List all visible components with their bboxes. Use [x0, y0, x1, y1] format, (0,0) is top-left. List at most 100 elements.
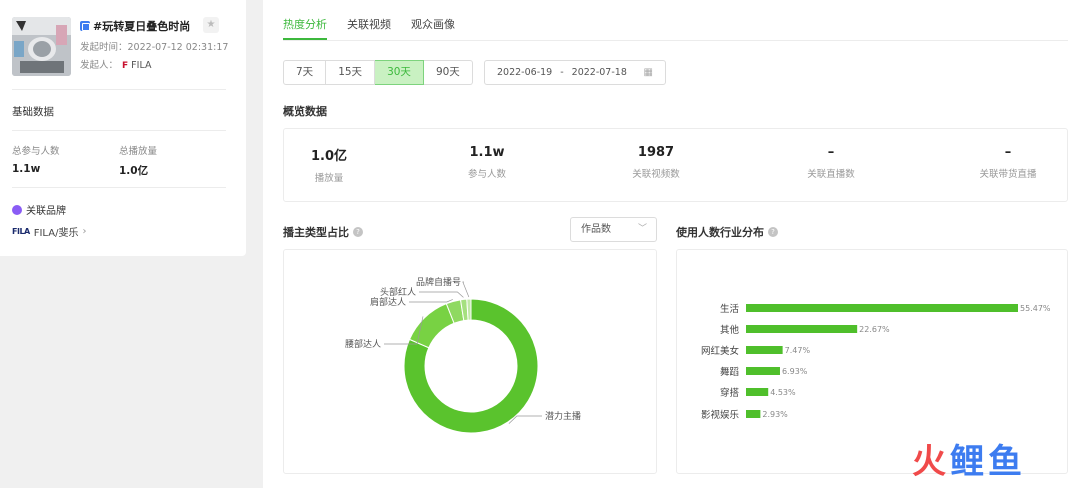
initiator-line: 发起人： F FILA	[80, 57, 151, 71]
overview-value: 1.1w	[469, 145, 505, 160]
date-end: 2022-07-18	[571, 67, 627, 78]
tab-divider	[283, 40, 1068, 41]
streamer-type-title: 播主类型占比 ?	[283, 224, 363, 240]
bar-2[interactable]	[746, 346, 783, 354]
overview-value: –	[1004, 145, 1012, 160]
bar-category-label: 网红美女	[701, 345, 739, 357]
overview-label: 播放量	[314, 173, 344, 184]
bar-category-label: 舞蹈	[720, 367, 739, 378]
overview-label: 参与人数	[467, 169, 506, 180]
range-7d-button[interactable]: 7天	[283, 60, 327, 85]
date-start: 2022-06-19	[497, 67, 553, 78]
overview-title-text: 概览数据	[283, 105, 327, 118]
plays-value: 1.0亿	[119, 165, 149, 177]
watermark-char: 鱼	[988, 442, 1022, 482]
calendar-icon: ▦	[643, 67, 653, 78]
date-separator: -	[560, 67, 564, 78]
tab-bar: 热度分析 关联视频 观众画像	[283, 16, 455, 40]
initiator-name[interactable]: FILA	[131, 60, 151, 71]
bar-value-label: 55.47%	[1020, 304, 1051, 313]
main-panel: 热度分析 关联视频 观众画像 7天 15天 30天 90天 2022-06-19…	[263, 0, 1080, 488]
participants-value: 1.1w	[12, 163, 41, 175]
metric-select[interactable]: 作品数 ﹀	[570, 217, 657, 242]
bar-value-label: 2.93%	[762, 410, 788, 419]
time-range-selector: 7天 15天 30天 90天	[283, 60, 473, 85]
donut-chart-box: 潜力主播 腰部达人 肩部达人 头部红人 品牌自播号	[283, 249, 657, 474]
range-30d-button[interactable]: 30天	[375, 60, 424, 85]
bar-value-label: 4.53%	[770, 388, 796, 397]
tab-audience-profile[interactable]: 观众画像	[411, 16, 455, 40]
date-range-picker[interactable]: 2022-06-19 - 2022-07-18 ▦	[484, 60, 666, 85]
bar-category-label: 生活	[720, 303, 740, 315]
publish-time-line: 发起时间：2022-07-12 02:31:17	[80, 39, 228, 53]
overview-related-videos: 1987 关联视频数	[591, 145, 721, 180]
basic-data-title: 基础数据	[12, 106, 54, 118]
bar-3[interactable]	[746, 367, 780, 375]
overview-sales-lives: – 关联带货直播	[943, 145, 1073, 180]
help-icon[interactable]: ?	[768, 227, 778, 237]
brand-link[interactable]: FILA FILA/斐乐 ›	[12, 224, 86, 239]
bar-5[interactable]	[746, 410, 761, 418]
participants-label: 总参与人数	[12, 146, 60, 157]
bar-0[interactable]	[746, 304, 1018, 312]
range-90d-button[interactable]: 90天	[423, 60, 473, 85]
bar-value-label: 6.93%	[782, 367, 808, 376]
publish-time-label: 发起时间：	[80, 42, 128, 53]
bar-category-label: 影视娱乐	[701, 409, 740, 421]
topic-thumbnail[interactable]	[12, 17, 71, 76]
favorite-star-icon[interactable]: ★	[203, 17, 219, 33]
donut-label-4: 品牌自播号	[416, 276, 461, 288]
bar-4[interactable]	[746, 388, 769, 396]
watermark-logo: 火 鲤 鱼	[912, 444, 1022, 480]
brand-icon	[12, 204, 22, 215]
thumbnail-image	[12, 17, 71, 76]
initiator-label: 发起人：	[80, 60, 119, 71]
overview-label: 关联直播数	[807, 169, 855, 180]
chevron-right-icon: ›	[82, 226, 87, 237]
overview-related-lives: – 关联直播数	[766, 145, 896, 180]
metric-select-value: 作品数	[581, 224, 611, 235]
range-15d-button[interactable]: 15天	[326, 60, 376, 85]
divider	[12, 130, 226, 131]
overview-title: 概览数据	[283, 103, 327, 119]
topic-title-text: #玩转夏日叠色时尚	[93, 20, 191, 33]
plays-label: 总播放量	[119, 146, 158, 157]
bar-category-label: 其他	[720, 324, 740, 336]
watermark-char: 鲤	[950, 442, 984, 482]
divider	[12, 187, 226, 188]
donut-label-3: 头部红人	[380, 286, 416, 298]
topic-info-card: #玩转夏日叠色时尚 ★ 发起时间：2022-07-12 02:31:17 发起人…	[0, 0, 246, 256]
donut-slice-1[interactable]	[408, 303, 455, 349]
industry-title: 使用人数行业分布 ?	[676, 224, 778, 240]
industry-title-text: 使用人数行业分布	[676, 226, 764, 239]
help-icon[interactable]: ?	[353, 227, 363, 237]
bar-chart-box: 生活 55.47% 其他 22.67% 网红美女 7.47% 舞蹈 6.93% 穿搭 4.53% 影…	[676, 249, 1068, 474]
streamer-type-title-text: 播主类型占比	[283, 226, 349, 239]
tab-related-videos[interactable]: 关联视频	[347, 16, 391, 40]
watermark-char: 火	[912, 442, 946, 482]
donut-slice-4[interactable]	[466, 298, 472, 321]
donut-leader-line	[409, 299, 453, 303]
bar-1[interactable]	[746, 325, 858, 333]
bar-value-label: 7.47%	[785, 346, 811, 355]
overview-label: 关联视频数	[632, 169, 680, 180]
overview-panel: 1.0亿 播放量 1.1w 参与人数 1987 关联视频数 – 关联直播数 – …	[283, 128, 1068, 202]
overview-label: 关联带货直播	[979, 169, 1037, 180]
donut-leader-line	[419, 291, 464, 298]
overview-value: 1987	[637, 145, 675, 160]
tab-heat-analysis[interactable]: 热度分析	[283, 16, 327, 40]
divider	[12, 89, 226, 90]
fila-flag-icon: F	[122, 61, 129, 71]
streamer-type-donut-chart: 潜力主播腰部达人肩部达人头部红人品牌自播号	[345, 276, 581, 434]
related-brand-title: 关联品牌	[26, 206, 66, 217]
fila-logo-icon: FILA	[12, 227, 30, 236]
related-brand-header: 关联品牌	[12, 202, 66, 217]
donut-label-0: 潜力主播	[545, 410, 581, 422]
overview-participants: 1.1w 参与人数	[422, 145, 552, 180]
brand-name: FILA/斐乐	[33, 228, 79, 239]
donut-leader-line	[462, 281, 470, 298]
topic-icon	[80, 21, 90, 31]
overview-value: 1.0亿	[310, 149, 348, 164]
overview-value: –	[827, 145, 835, 160]
donut-label-1: 腰部达人	[345, 338, 381, 350]
